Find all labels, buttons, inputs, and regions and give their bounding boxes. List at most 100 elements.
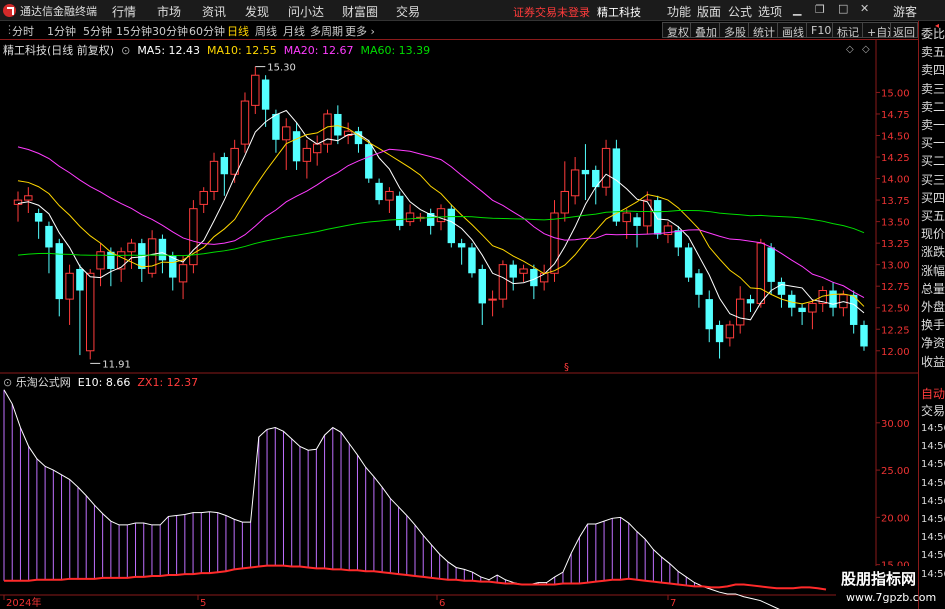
candle-body <box>405 212 415 223</box>
candle-body <box>519 268 528 274</box>
candle-body <box>695 273 703 295</box>
quote-item-label: 委比 <box>921 27 945 41</box>
price-tick-label: 12.00 <box>881 347 910 358</box>
menu-quotes[interactable]: 行情 <box>112 3 136 20</box>
tab-1min[interactable]: 1分钟 <box>47 23 76 39</box>
candle-body <box>147 238 157 274</box>
candle-body <box>240 100 250 145</box>
ma20-label: MA20: 12.67 <box>283 44 354 57</box>
settings-circle-icon[interactable]: ⊙ <box>118 44 134 57</box>
tick-time: 14:56 <box>921 550 945 562</box>
candle-body <box>189 208 198 266</box>
menu-assistant[interactable]: 问小达 <box>288 3 324 20</box>
menu-options[interactable]: 选项 <box>758 3 782 20</box>
indicator-name: 乐淘公式网 <box>15 376 71 389</box>
xaxis-label: 5 <box>200 598 206 609</box>
menu-layout[interactable]: 版面 <box>697 3 721 20</box>
candle-body <box>436 208 446 223</box>
back-button[interactable]: 返回 <box>890 22 918 39</box>
menu-function[interactable]: 功能 <box>667 3 691 20</box>
indicator-tick-label: 20.00 <box>881 513 910 524</box>
tab-weekly[interactable]: 周线 <box>255 23 277 39</box>
candle-body <box>798 307 806 313</box>
candle-body <box>24 195 33 201</box>
candle-body <box>777 281 786 295</box>
candle-body <box>746 299 755 304</box>
candle-body <box>13 199 23 205</box>
menu-market[interactable]: 市场 <box>157 3 181 20</box>
candle-body <box>375 182 383 201</box>
candle-body <box>96 251 105 270</box>
guest-login[interactable]: 游客 <box>893 3 917 20</box>
statistics-button[interactable]: 统计 <box>748 22 780 39</box>
ma10-label: MA10: 12.55 <box>207 44 277 57</box>
tab-15min[interactable]: 15分钟 <box>116 23 152 39</box>
trade-label[interactable]: 交易 <box>921 402 945 419</box>
auto-label[interactable]: 自动 <box>921 385 945 402</box>
tab-30min[interactable]: 30分钟 <box>152 23 188 39</box>
menu-wealth-circle[interactable]: 财富圈 <box>342 3 378 20</box>
window-maximize-icon[interactable]: □ <box>838 2 848 15</box>
tab-intraday[interactable]: 分时 <box>12 23 34 39</box>
price-tick-label: 12.50 <box>881 304 910 315</box>
menu-bar: 通达信金融终端 行情 市场 资讯 发现 问小达 财富圈 交易 证券交易未登录 精… <box>0 0 945 21</box>
price-tick-label: 14.00 <box>881 175 910 186</box>
indicator-tick-label: 30.00 <box>881 419 910 430</box>
menu-trade[interactable]: 交易 <box>396 3 420 20</box>
draw-line-button[interactable]: 画线 <box>777 22 809 39</box>
mark-button[interactable]: 标记 <box>832 22 864 39</box>
candle-body <box>808 302 817 313</box>
zx1-label: ZX1: 12.37 <box>137 376 199 389</box>
chart-canvas[interactable]: 15.00 14.75 14.50 14.25 14.00 13.75 13.50 13.25… <box>0 40 918 609</box>
candle-body <box>396 195 404 226</box>
quote-side-panel: ◂ 委比 卖五 卖四 卖三 卖二 卖一 买一 买二 买三 买四 买五 现价 涨跌 涨幅 总量 外盘 换手 净资 收益… <box>918 21 945 609</box>
tab-daily[interactable]: 日线 <box>227 23 249 39</box>
chart-area[interactable]: 15.00 14.75 14.50 14.25 14.00 13.75 13.50 13.25… <box>0 40 918 609</box>
candle-body <box>65 272 74 300</box>
candle-body <box>209 160 219 192</box>
candle-body <box>127 242 136 253</box>
candle-body <box>767 247 775 282</box>
chart-toolbar: ⋮ 分时 1分钟 5分钟 15分钟 30分钟 60分钟 日线 周线 月线 多周期… <box>0 21 918 40</box>
window-close-icon[interactable]: ✕ <box>860 2 869 15</box>
candle-body <box>45 225 53 248</box>
settings-circle-icon[interactable]: ⊙ <box>3 376 12 389</box>
quote-item-label: 涨幅 <box>921 263 945 278</box>
tick-time: 14:56 <box>921 568 945 580</box>
tick-time: 14:56 <box>921 423 945 434</box>
tab-monthly[interactable]: 月线 <box>283 23 305 39</box>
candle-body <box>612 148 621 222</box>
tick-time: 14:56 <box>921 514 945 525</box>
tick-time: 14:56 <box>921 459 945 471</box>
candle-body <box>581 169 590 175</box>
candle-body <box>570 169 580 197</box>
multi-stock-button[interactable]: 多股 <box>719 22 751 39</box>
quote-item-label: 外盘 <box>921 300 945 314</box>
tab-60min[interactable]: 60分钟 <box>189 23 225 39</box>
candle-body <box>705 299 713 330</box>
candle-body <box>199 190 208 205</box>
quote-item-label: 净资 <box>921 336 945 351</box>
price-tick-label: 14.50 <box>881 132 910 143</box>
quote-item-label: 卖三 <box>921 81 945 96</box>
tab-5min[interactable]: 5分钟 <box>83 23 112 39</box>
price-tick-label: 13.75 <box>881 196 910 207</box>
trade-login-notice[interactable]: 证券交易未登录 精工科技 <box>513 4 641 20</box>
menu-formula[interactable]: 公式 <box>728 3 752 20</box>
quote-item-label: 卖二 <box>921 99 945 114</box>
quote-item-label: 买二 <box>921 154 945 169</box>
app-logo-icon <box>3 4 16 17</box>
menu-discover[interactable]: 发现 <box>245 3 269 20</box>
candle-body <box>715 324 724 343</box>
candle-body <box>684 247 693 278</box>
quote-item-label: 换手 <box>921 318 945 333</box>
tab-more[interactable]: 更多 › <box>345 23 375 39</box>
tab-multi-period[interactable]: 多周期 <box>310 23 343 39</box>
candle-body <box>251 74 260 106</box>
menu-news[interactable]: 资讯 <box>202 3 226 20</box>
candle-body <box>55 243 63 300</box>
window-minimize-icon[interactable]: ▁ <box>793 3 801 16</box>
window-restore-icon[interactable]: ❐ <box>815 3 825 16</box>
candle-body <box>86 272 95 352</box>
overlay-button[interactable]: 叠加 <box>690 22 722 39</box>
